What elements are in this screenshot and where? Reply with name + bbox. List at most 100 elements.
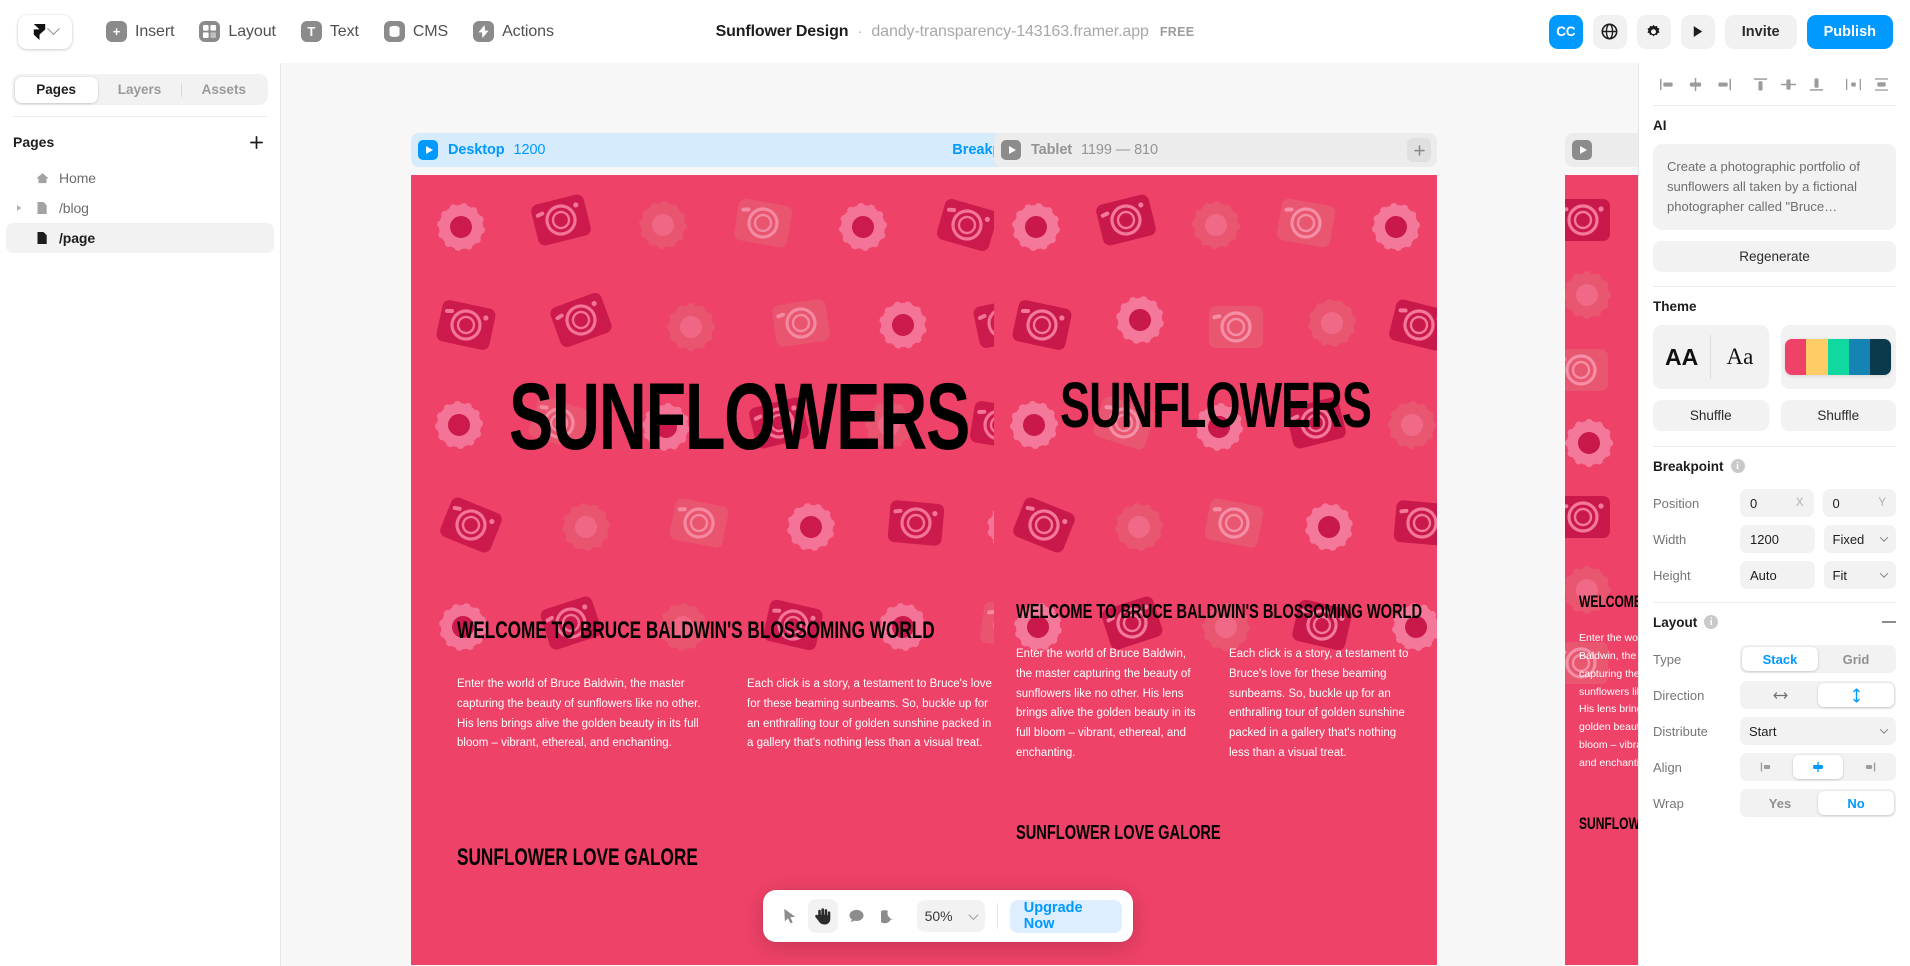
disclosure-triangle-icon[interactable] (14, 204, 25, 212)
align-middle-vertical-icon[interactable] (1774, 71, 1802, 97)
add-breakpoint-button[interactable] (1407, 138, 1431, 162)
database-icon (383, 21, 405, 42)
align-left-icon[interactable] (1653, 71, 1681, 97)
pages-list: Home /blog /page (6, 163, 274, 253)
layout-direction-row: Direction (1639, 677, 1910, 713)
site-next-heading: SUNFLOWER LOVE GALORE (457, 844, 698, 871)
menu-item-label: CMS (412, 22, 449, 40)
page-item-page[interactable]: /page (6, 223, 274, 253)
direction-horizontal-button[interactable] (1742, 683, 1818, 707)
play-icon[interactable] (1001, 140, 1021, 160)
frame-body-desktop[interactable]: SUNFLOWERS WELCOME TO BRUCE BALDWIN'S BL… (411, 175, 1067, 965)
menu-item-layout[interactable]: Layout (189, 15, 285, 49)
wrap-yes[interactable]: Yes (1742, 791, 1818, 815)
design-canvas[interactable]: Desktop 1200 Breakpoint SUNFLOWERS WELCO… (281, 63, 1638, 966)
menu-item-actions[interactable]: Actions (463, 15, 564, 49)
align-start-button[interactable] (1742, 755, 1793, 779)
info-icon[interactable]: i (1704, 615, 1719, 630)
dark-mode-button[interactable] (875, 899, 906, 933)
info-icon[interactable]: i (1730, 459, 1745, 474)
wrap-no[interactable]: No (1818, 791, 1894, 816)
layout-section-header: Layout i (1639, 603, 1910, 641)
preview-button[interactable] (1680, 14, 1715, 49)
theme-font-card[interactable]: AA Aa (1653, 325, 1769, 390)
align-top-icon[interactable] (1746, 71, 1774, 97)
position-x-input[interactable]: 0 X (1740, 489, 1814, 518)
site-next-heading-clipped: SUNFLOWER LOVE GALORE (1579, 813, 1638, 833)
avatar[interactable]: CC (1548, 14, 1583, 49)
distribute-vertical-icon[interactable] (1867, 71, 1895, 97)
frame-body-tablet[interactable]: SUNFLOWERS WELCOME TO BRUCE BALDWIN'S BL… (994, 175, 1437, 965)
menu-item-cms[interactable]: CMS (374, 15, 458, 49)
ai-prompt-text[interactable]: Create a photographic portfolio of sunfl… (1653, 144, 1896, 231)
frame-label-clipped[interactable] (1565, 133, 1638, 167)
hand-tool-button[interactable] (807, 899, 839, 933)
frame-label-desktop[interactable]: Desktop 1200 Breakpoint (411, 133, 1067, 167)
type-label: Type (1653, 651, 1682, 667)
layout-wrap-segmented: Yes No (1740, 789, 1896, 818)
site-section-heading: WELCOME TO BRUCE BALDWIN'S BLOSSOMING WO… (457, 617, 935, 644)
page-item-label: /blog (59, 200, 89, 216)
distribute-label: Distribute (1653, 723, 1708, 739)
distribute-select[interactable]: Start (1740, 717, 1896, 746)
settings-button[interactable] (1636, 14, 1671, 49)
distribute-horizontal-icon[interactable] (1839, 71, 1867, 97)
framer-logo-button[interactable] (18, 14, 72, 49)
height-mode-select[interactable]: Fit (1823, 561, 1896, 590)
align-center-horizontal-icon[interactable] (1681, 71, 1709, 97)
frame-label-tablet[interactable]: Tablet 1199 — 810 (994, 133, 1437, 167)
position-y-suffix: Y (1878, 497, 1886, 510)
upgrade-now-button[interactable]: Upgrade Now (1009, 899, 1122, 933)
tab-assets[interactable]: Assets (182, 77, 265, 103)
minus-icon[interactable] (1882, 621, 1896, 624)
tab-layers[interactable]: Layers (98, 77, 181, 103)
theme-section-title: Theme (1653, 298, 1697, 314)
breakpoint-position-row: Position 0 X 0 Y (1639, 485, 1910, 521)
align-right-icon[interactable] (1709, 71, 1737, 97)
font-serif-sample[interactable]: Aa (1711, 344, 1768, 370)
chevron-down-icon (46, 22, 60, 36)
direction-vertical-button[interactable] (1818, 683, 1894, 708)
page-item-home[interactable]: Home (6, 163, 274, 193)
position-y-input[interactable]: 0 Y (1822, 489, 1896, 518)
pages-section-title: Pages (13, 134, 55, 150)
align-center-button[interactable] (1792, 755, 1844, 780)
globe-button[interactable] (1592, 14, 1627, 49)
frame-body-clipped[interactable]: WELCOME TO BRUCE BALDWIN'S BLOSSOMING WO… (1565, 175, 1638, 965)
menu-item-label: Text (329, 22, 359, 40)
sidebar-tabs: Pages Layers Assets (12, 74, 268, 105)
site-body-columns: Enter the world of Bruce Baldwin, the ma… (457, 675, 1017, 754)
swatch-3 (1827, 339, 1849, 376)
layout-type-stack[interactable]: Stack (1742, 647, 1818, 672)
shuffle-font-button[interactable]: Shuffle (1653, 400, 1769, 432)
cursor-tool-button[interactable] (774, 899, 805, 933)
menu-item-text[interactable]: T Text (291, 15, 369, 49)
height-input[interactable]: Auto (1740, 561, 1815, 590)
left-sidebar: Pages Layers Assets Pages Home /blog /pa… (0, 63, 281, 966)
page-item-blog[interactable]: /blog (6, 193, 274, 223)
play-icon[interactable] (418, 140, 438, 160)
zoom-level-value: 50% (924, 908, 953, 924)
width-input[interactable]: 1200 (1740, 525, 1815, 554)
theme-color-card[interactable] (1780, 325, 1896, 390)
add-page-button[interactable] (245, 131, 267, 153)
width-mode-select[interactable]: Fixed (1823, 525, 1896, 554)
comment-tool-button[interactable] (841, 899, 872, 933)
invite-button[interactable]: Invite (1724, 14, 1797, 49)
page-icon (34, 231, 50, 245)
direction-label: Direction (1653, 687, 1705, 703)
play-icon[interactable] (1572, 140, 1592, 160)
layout-type-grid[interactable]: Grid (1818, 647, 1894, 671)
regenerate-button[interactable]: Regenerate (1653, 241, 1896, 273)
align-bottom-icon[interactable] (1802, 71, 1830, 97)
font-bold-sample[interactable]: AA (1653, 344, 1710, 371)
publish-button[interactable]: Publish (1806, 14, 1893, 49)
zoom-level-select[interactable]: 50% (916, 900, 985, 932)
menu-item-label: Actions (502, 22, 554, 40)
menu-item-insert[interactable]: + Insert (96, 15, 184, 49)
tab-pages[interactable]: Pages (14, 76, 98, 103)
align-end-button[interactable] (1843, 755, 1894, 779)
site-body-col-2: Each click is a story, a testament to Br… (1229, 648, 1409, 759)
shuffle-color-button[interactable]: Shuffle (1780, 400, 1896, 432)
site-body-col-2: Each click is a story, a testament to Br… (747, 678, 992, 750)
